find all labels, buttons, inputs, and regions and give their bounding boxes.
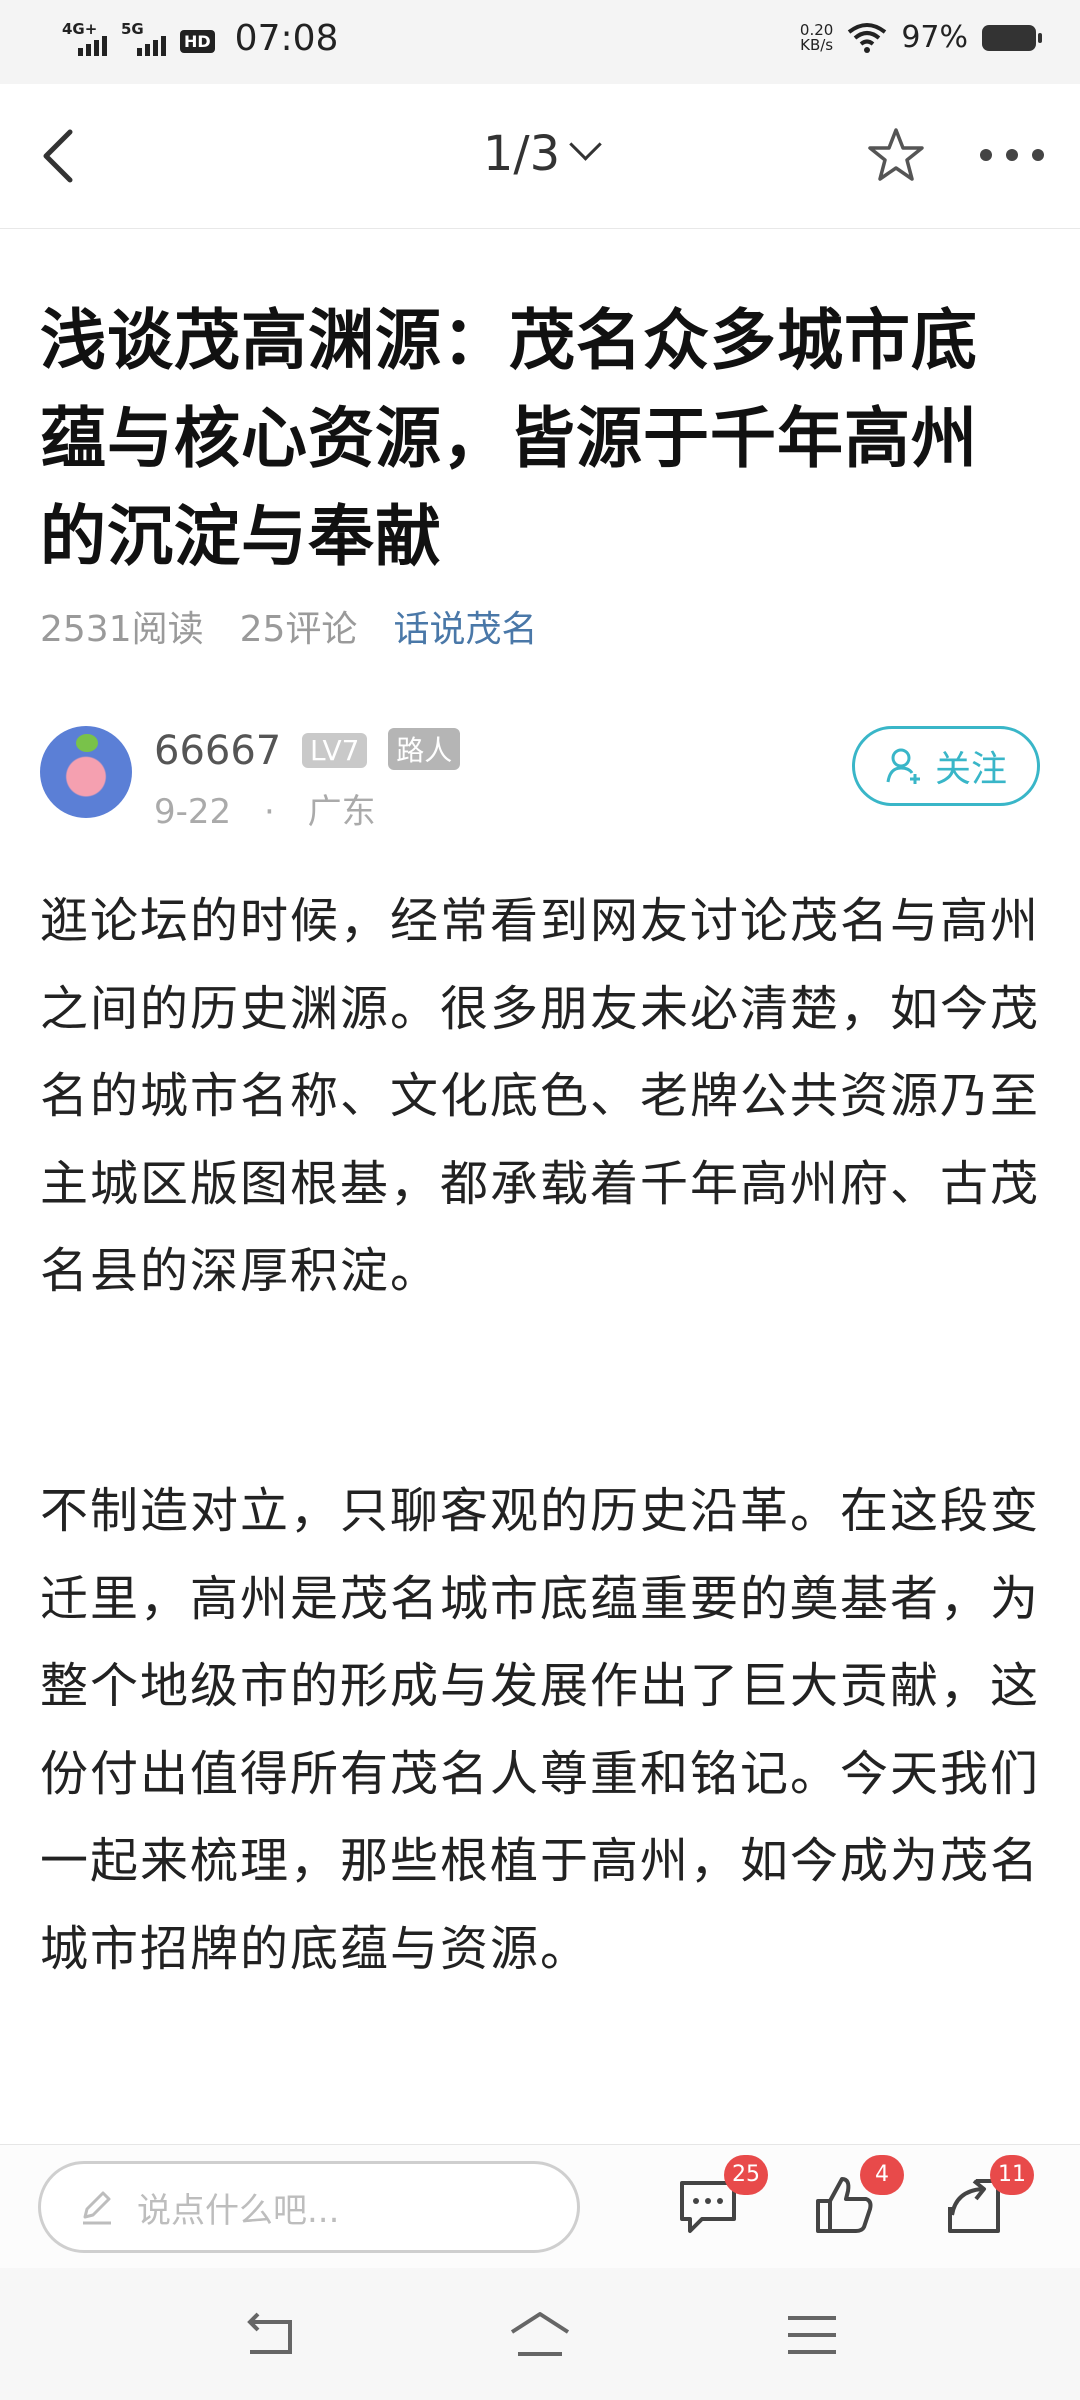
post-date: 9-22 (154, 792, 232, 832)
page-indicator-text: 1/3 (482, 126, 561, 182)
battery-percentage: 97% (901, 20, 968, 55)
article-paragraph: 逛论坛的时候，经常看到网友讨论茂名与高州之间的历史渊源。很多朋友未必清楚，如今茂… (40, 893, 1041, 1299)
post-info: 9-22 · 广东 (154, 784, 376, 833)
wifi-icon (848, 22, 887, 53)
comment-count-label: 25评论 (239, 609, 358, 650)
role-badge: 路人 (388, 728, 461, 770)
like-button[interactable]: 4 (808, 2155, 904, 2241)
system-menu-icon[interactable] (780, 2308, 844, 2362)
avatar[interactable] (40, 726, 132, 818)
level-badge: LV7 (301, 733, 368, 768)
favorite-star-icon[interactable] (864, 124, 928, 188)
signal-sim1-icon: 4G+ (62, 19, 107, 56)
post-location: 广东 (307, 792, 376, 832)
status-left: 4G+ 5G HD 07:08 (62, 18, 338, 59)
system-back-icon[interactable] (236, 2308, 300, 2362)
signal-sim2-icon: 5G (121, 19, 166, 56)
follow-label: 关注 (934, 749, 1007, 790)
comments-button[interactable]: 25 (672, 2155, 768, 2241)
read-count: 2531阅读 (40, 609, 204, 650)
system-home-icon[interactable] (508, 2308, 572, 2362)
sim2-network-type: 5G (121, 19, 144, 38)
pencil-icon (83, 2191, 111, 2225)
article-meta: 2531阅读 25评论 话说茂名 (40, 600, 537, 652)
add-user-icon (886, 748, 920, 784)
comment-placeholder: 说点什么吧... (137, 2190, 340, 2231)
like-count-badge: 4 (860, 2155, 904, 2195)
status-right: 0.20 KB/s 97% (800, 20, 1042, 55)
forum-link[interactable]: 话说茂名 (393, 600, 537, 652)
clock: 07:08 (234, 18, 339, 59)
status-bar: 4G+ 5G HD 07:08 0.20 KB/s 97% (0, 0, 1080, 84)
info-separator: · (263, 792, 275, 832)
share-count-badge: 11 (990, 2155, 1034, 2195)
author-row: 66667 LV7 路人 9-22 · 广东 关注 (40, 722, 1040, 832)
comment-count-badge: 25 (724, 2155, 768, 2195)
battery-icon (982, 24, 1042, 51)
author-name[interactable]: 66667 (154, 728, 281, 774)
author-name-line: 66667 LV7 路人 (154, 728, 461, 774)
more-options-icon[interactable] (980, 149, 1050, 165)
article-title: 浅谈茂高渊源：茂名众多城市底蕴与核心资源，皆源于千年高州的沉淀与奉献 (40, 302, 978, 575)
hd-voice-icon: HD (180, 30, 215, 53)
comment-input[interactable]: 说点什么吧... (38, 2161, 580, 2253)
network-speed: 0.20 KB/s (800, 22, 834, 54)
chevron-down-icon (569, 128, 602, 161)
article-paragraph: 不制造对立，只聊客观的历史沿革。在这段变迁里，高州是茂名城市底蕴重要的奠基者，为… (40, 1483, 1041, 1977)
comment-bar: 说点什么吧... 25 4 11 (0, 2144, 1080, 2269)
system-nav-bar (0, 2268, 1080, 2400)
sim1-network-type: 4G+ (62, 19, 98, 38)
network-speed-unit: KB/s (800, 35, 834, 54)
share-button[interactable]: 11 (938, 2155, 1034, 2241)
follow-button[interactable]: 关注 (852, 726, 1040, 806)
top-nav-bar: 1/3 (0, 84, 1080, 229)
